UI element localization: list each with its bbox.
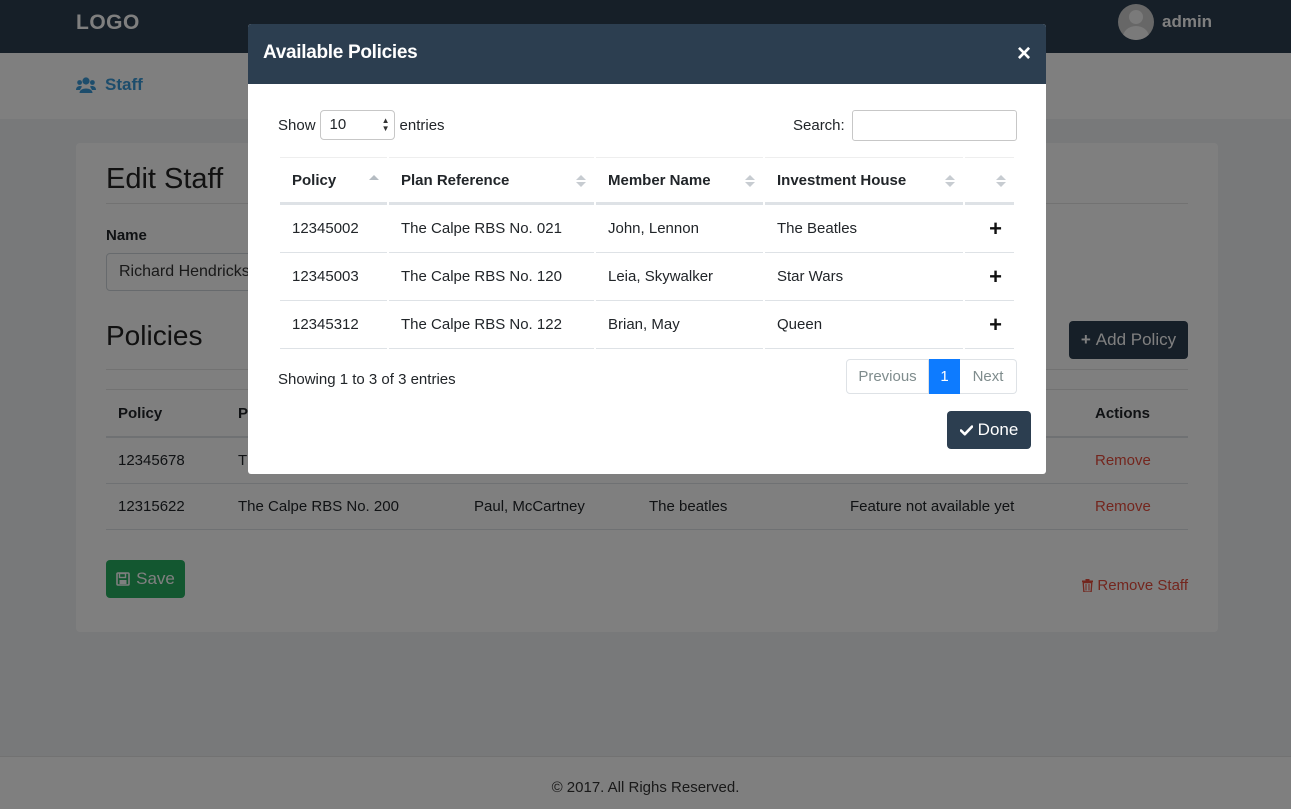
entries-select[interactable]: 10 ▲ ▼ bbox=[319, 110, 395, 140]
col-house-label: Investment House bbox=[777, 171, 907, 189]
check-icon bbox=[959, 424, 973, 435]
entries-length-control: Show 10 ▲ ▼ entries bbox=[278, 110, 445, 140]
table-row: 12345003 The Calpe RBS No. 120 Leia, Sky… bbox=[280, 253, 1014, 301]
col-policy-label: Policy bbox=[292, 171, 337, 189]
search-control: Search: bbox=[793, 110, 1017, 141]
search-label: Search: bbox=[793, 117, 845, 134]
cell-plan-reference: The Calpe RBS No. 021 bbox=[389, 205, 594, 253]
col-header-member-name[interactable]: Member Name bbox=[596, 157, 763, 205]
done-label: Done bbox=[977, 420, 1019, 439]
cell-policy: 12345003 bbox=[280, 253, 387, 301]
table-info: Showing 1 to 3 of 3 entries bbox=[278, 371, 456, 388]
cell-policy: 12345002 bbox=[280, 205, 387, 253]
done-button[interactable]: Done bbox=[947, 411, 1031, 449]
entries-select-value: 10 bbox=[329, 116, 347, 133]
sort-icon bbox=[576, 175, 586, 189]
available-policies-modal: Available Policies × Show 10 ▲ ▼ entries … bbox=[248, 24, 1046, 474]
add-row-plus-icon[interactable]: + bbox=[965, 205, 1014, 253]
cell-member-name: Leia, Skywalker bbox=[596, 253, 763, 301]
cell-member-name: Brian, May bbox=[596, 301, 763, 349]
cell-investment-house: Star Wars bbox=[765, 253, 963, 301]
table-row: 12345002 The Calpe RBS No. 021 John, Len… bbox=[280, 205, 1014, 253]
modal-title: Available Policies bbox=[263, 42, 418, 63]
cell-plan-reference: The Calpe RBS No. 120 bbox=[389, 253, 594, 301]
col-member-label: Member Name bbox=[608, 171, 711, 189]
previous-page-button[interactable]: Previous bbox=[846, 359, 929, 394]
sort-asc-icon bbox=[369, 175, 379, 189]
next-page-button[interactable]: Next bbox=[960, 359, 1017, 394]
pagination: Previous 1 Next bbox=[846, 359, 1017, 394]
cell-investment-house: The Beatles bbox=[765, 205, 963, 253]
col-header-plan-reference[interactable]: Plan Reference bbox=[389, 157, 594, 205]
select-arrows-icon: ▲ ▼ bbox=[381, 116, 390, 133]
entries-label: entries bbox=[399, 116, 445, 134]
add-row-plus-icon[interactable]: + bbox=[965, 253, 1014, 301]
modal-header: Available Policies × bbox=[248, 24, 1046, 84]
cell-member-name: John, Lennon bbox=[596, 205, 763, 253]
cell-plan-reference: The Calpe RBS No. 122 bbox=[389, 301, 594, 349]
page-1-button[interactable]: 1 bbox=[929, 359, 960, 394]
close-icon[interactable]: × bbox=[1017, 42, 1031, 66]
sort-icon bbox=[745, 175, 755, 189]
add-row-plus-icon[interactable]: + bbox=[965, 301, 1014, 349]
cell-investment-house: Queen bbox=[765, 301, 963, 349]
col-header-policy[interactable]: Policy bbox=[280, 157, 387, 205]
col-header-investment-house[interactable]: Investment House bbox=[765, 157, 963, 205]
available-policies-table: Policy Plan Reference Member Name Invest… bbox=[278, 157, 1016, 349]
col-plan-label: Plan Reference bbox=[401, 171, 510, 189]
col-header-add[interactable] bbox=[965, 157, 1014, 205]
sort-icon bbox=[996, 175, 1006, 189]
show-label: Show bbox=[278, 116, 316, 134]
sort-icon bbox=[945, 175, 955, 189]
table-row: 12345312 The Calpe RBS No. 122 Brian, Ma… bbox=[280, 301, 1014, 349]
search-input[interactable] bbox=[851, 110, 1017, 141]
cell-policy: 12345312 bbox=[280, 301, 387, 349]
